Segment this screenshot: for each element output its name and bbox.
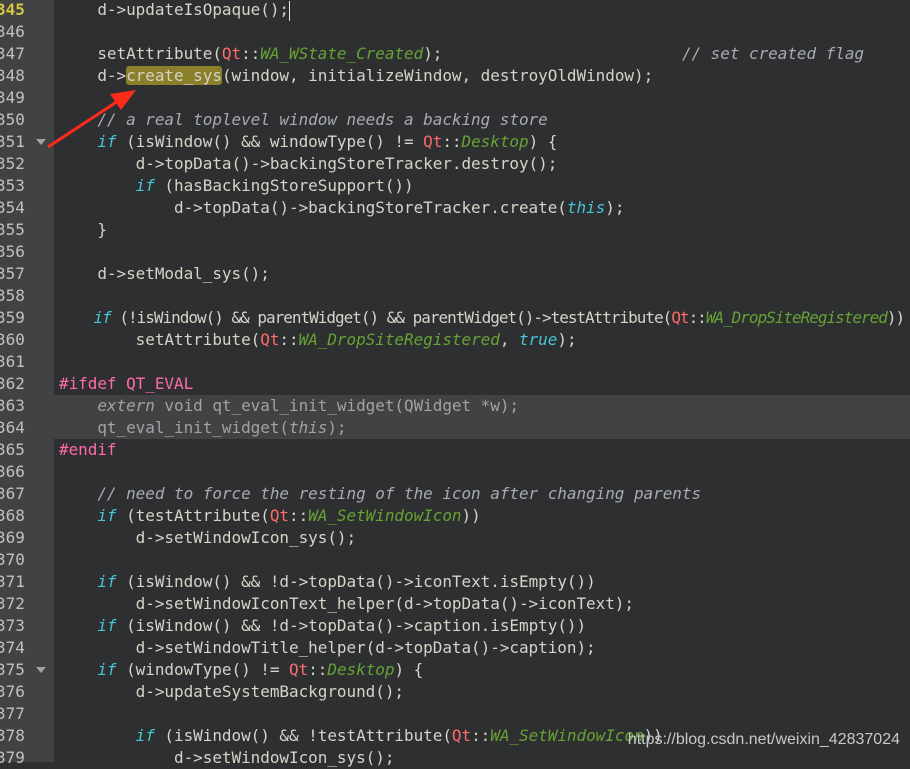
arrow-shaft xyxy=(47,99,119,149)
watermark: https://blog.csdn.net/weixin_42837024 xyxy=(627,731,900,748)
annotation-arrow-icon xyxy=(47,90,136,149)
arrow-head xyxy=(110,90,136,110)
